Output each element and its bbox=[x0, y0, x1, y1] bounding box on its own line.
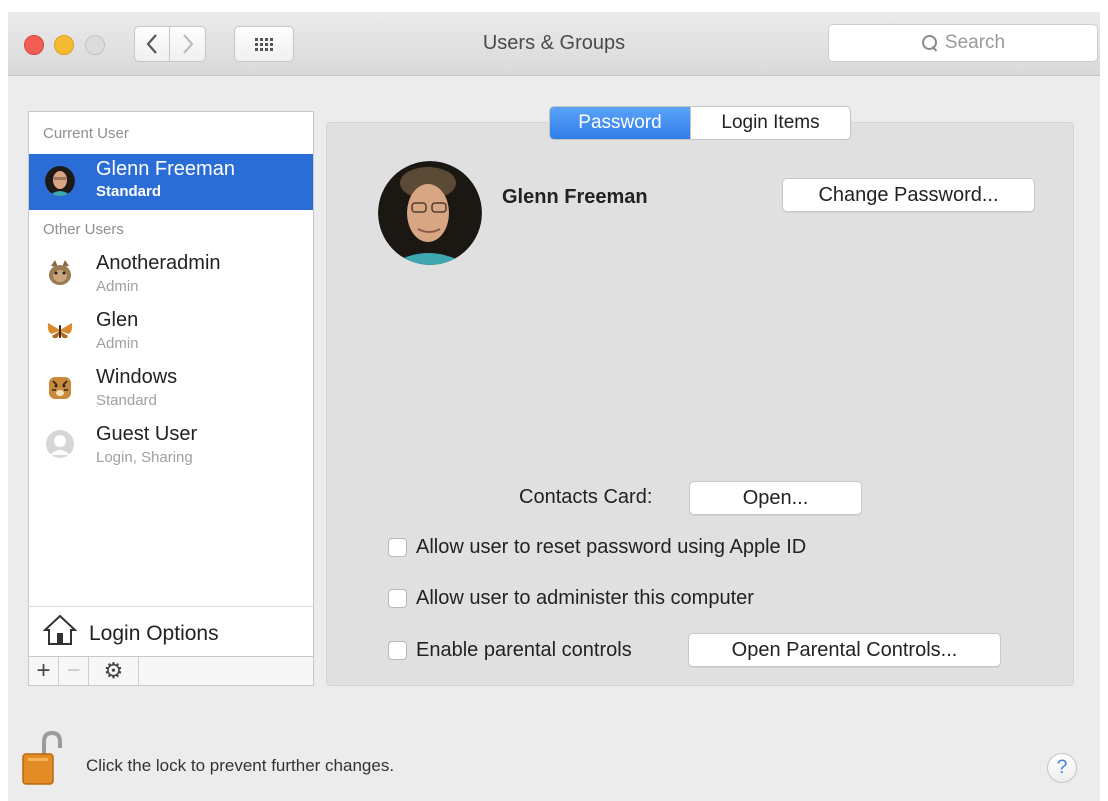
user-photo-avatar bbox=[45, 166, 75, 196]
title-bar: Users & Groups Search bbox=[8, 12, 1100, 76]
tiger-avatar-icon bbox=[49, 377, 71, 399]
user-name: Windows bbox=[96, 366, 178, 388]
help-button[interactable]: ? bbox=[1047, 753, 1077, 783]
unlocked-lock-icon[interactable] bbox=[20, 730, 62, 786]
tab-password[interactable]: Password bbox=[550, 107, 690, 139]
user-photo[interactable] bbox=[378, 161, 482, 265]
user-row-guest-user[interactable]: Guest User Login, Sharing bbox=[29, 417, 313, 473]
reset-password-apple-id-row[interactable]: Allow user to reset password using Apple… bbox=[388, 536, 806, 559]
lock-status-text: Click the lock to prevent further change… bbox=[86, 756, 395, 775]
tab-login-items[interactable]: Login Items bbox=[690, 107, 850, 139]
search-placeholder: Search bbox=[944, 32, 1006, 53]
open-parental-controls-button[interactable]: Open Parental Controls... bbox=[688, 633, 1001, 667]
parental-controls-checkbox[interactable] bbox=[388, 641, 407, 660]
users-list: Current User Glenn Freeman Standard Othe… bbox=[28, 111, 314, 686]
user-full-name: Glenn Freeman bbox=[502, 186, 648, 208]
checkbox-label: Enable parental controls bbox=[416, 639, 632, 661]
user-name: Glen bbox=[96, 309, 139, 331]
users-toolbar: + − ⚙ bbox=[29, 656, 313, 685]
butterfly-avatar-icon bbox=[47, 323, 73, 339]
contacts-card-label: Contacts Card: bbox=[519, 486, 653, 508]
search-field[interactable]: Search bbox=[828, 24, 1098, 62]
login-options-label: Login Options bbox=[89, 622, 219, 645]
user-name: Guest User bbox=[96, 423, 198, 445]
user-role: Standard bbox=[96, 183, 162, 200]
user-role: Login, Sharing bbox=[96, 449, 193, 466]
cat-avatar-icon bbox=[49, 260, 71, 285]
checkbox-label: Allow user to administer this computer bbox=[416, 587, 754, 609]
open-contacts-card-button[interactable]: Open... bbox=[689, 481, 862, 515]
user-role: Standard bbox=[96, 392, 157, 409]
parental-controls-row[interactable]: Enable parental controls bbox=[388, 639, 632, 662]
user-role: Admin bbox=[96, 278, 139, 295]
user-row-glenn-freeman[interactable]: Glenn Freeman Standard bbox=[29, 154, 313, 210]
guest-avatar-icon bbox=[46, 430, 74, 458]
user-name: Glenn Freeman bbox=[96, 158, 235, 180]
change-password-button[interactable]: Change Password... bbox=[782, 178, 1035, 212]
gear-icon[interactable]: ⚙ bbox=[89, 657, 139, 685]
remove-user-button[interactable]: − bbox=[59, 657, 89, 685]
house-icon bbox=[43, 614, 77, 645]
login-options-item[interactable]: Login Options bbox=[29, 606, 313, 656]
user-role: Admin bbox=[96, 335, 139, 352]
checkbox-label: Allow user to reset password using Apple… bbox=[416, 536, 807, 558]
user-name: Anotheradmin bbox=[96, 252, 221, 274]
search-icon bbox=[921, 34, 939, 52]
user-row-anotheradmin[interactable]: Anotheradmin Admin bbox=[29, 246, 313, 302]
add-user-button[interactable]: + bbox=[29, 657, 59, 685]
administer-computer-checkbox[interactable] bbox=[388, 589, 407, 608]
user-row-glen[interactable]: Glen Admin bbox=[29, 303, 313, 359]
tab-bar: Password Login Items bbox=[549, 106, 851, 140]
other-users-header: Other Users bbox=[43, 221, 124, 238]
reset-password-apple-id-checkbox[interactable] bbox=[388, 538, 407, 557]
administer-computer-row[interactable]: Allow user to administer this computer bbox=[388, 587, 754, 610]
user-row-windows[interactable]: Windows Standard bbox=[29, 360, 313, 416]
current-user-header: Current User bbox=[43, 125, 129, 142]
